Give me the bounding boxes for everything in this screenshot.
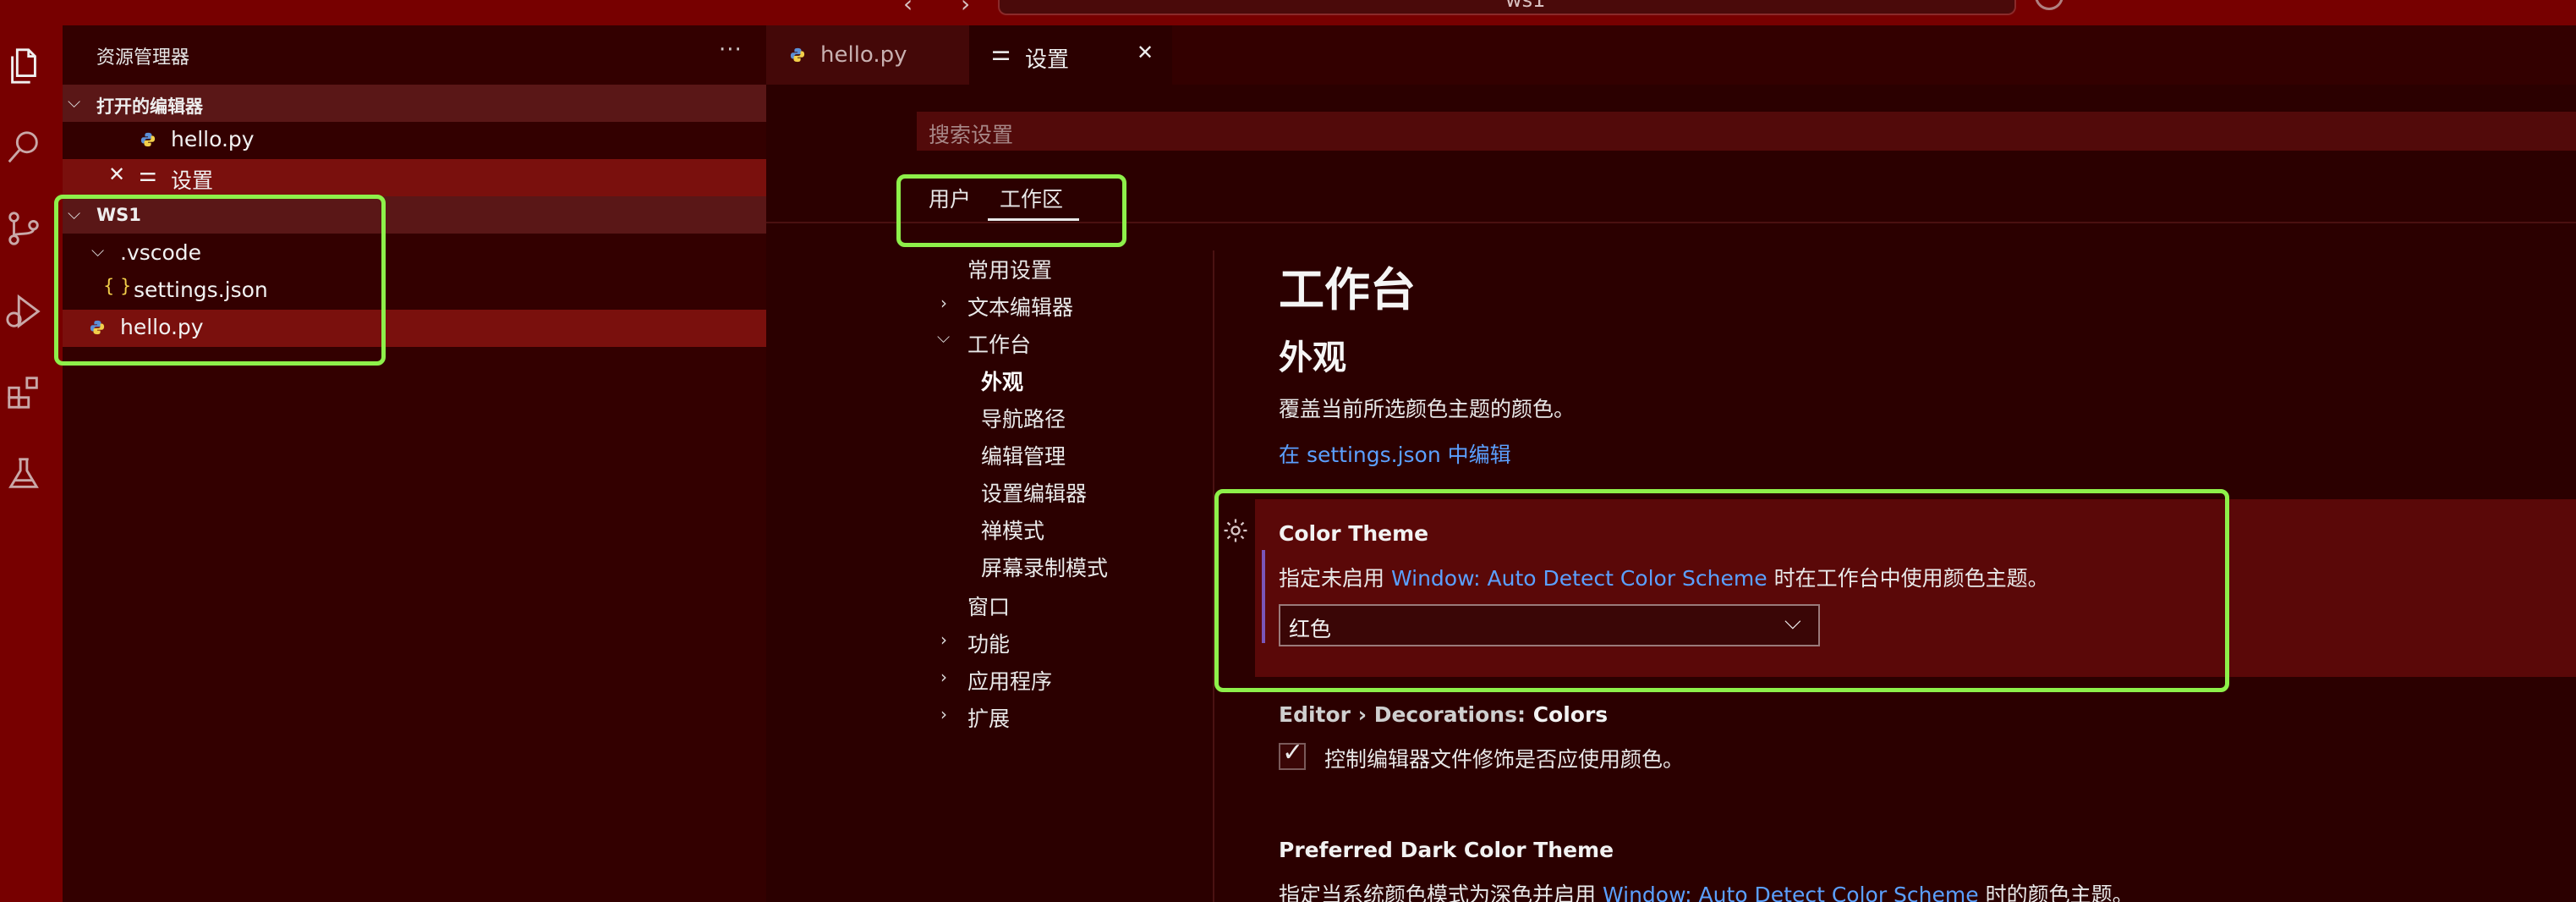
python-file-icon — [140, 132, 156, 147]
preferred-dark-theme-title: Preferred Dark Color Theme — [1279, 838, 1614, 862]
decorations-colors-description: 控制编辑器文件修饰是否应使用颜色。 — [1324, 747, 1685, 772]
settings-sliders-icon: ⚌ — [991, 41, 1011, 66]
preferred-dark-theme-description: 指定当系统颜色模式为深色并启用 Window: Auto Detect Colo… — [1279, 878, 2134, 902]
open-editor-item[interactable] — [63, 122, 766, 159]
color-customizations-description: 覆盖当前所选颜色主题的颜色。 — [1279, 397, 1576, 421]
chevron-right-icon: › — [940, 667, 947, 687]
back-arrow-icon[interactable]: ‹ — [903, 0, 913, 18]
decorations-colors-title: Editor › Decorations: Colors — [1279, 702, 1608, 727]
title-name: Colors — [1532, 702, 1609, 727]
toc-screencast[interactable]: 屏幕录制模式 — [981, 552, 1108, 582]
search-placeholder: 搜索设置 — [929, 123, 1014, 147]
open-editor-label: 设置 — [171, 168, 214, 193]
chevron-down-icon: ⌵ — [68, 91, 81, 112]
description-text: 时的颜色主题。 — [1985, 883, 2134, 902]
open-editor-item-selected[interactable] — [63, 159, 766, 196]
title-prefix: Editor › Decorations: — [1279, 702, 1526, 727]
more-actions-icon[interactable]: ··· — [719, 37, 743, 63]
toc-editor-management[interactable]: 编辑管理 — [981, 440, 1066, 470]
close-icon[interactable]: ✕ — [108, 162, 125, 186]
toc-appearance[interactable]: 外观 — [981, 366, 1023, 396]
toc-common[interactable]: 常用设置 — [967, 254, 1052, 284]
close-icon[interactable]: ✕ — [1137, 41, 1154, 64]
toc-workbench[interactable]: 工作台 — [967, 328, 1031, 359]
annotation-box-scope-tabs — [896, 174, 1126, 247]
tab-label: 设置 — [1025, 47, 1070, 73]
annotation-box-color-theme — [1214, 489, 2229, 692]
toc-extensions[interactable]: 扩展 — [967, 702, 1010, 733]
command-center-text: ws1 — [1505, 0, 1546, 12]
check-icon: ✓ — [1282, 738, 1304, 767]
source-control-icon[interactable] — [0, 203, 47, 254]
chevron-down-icon: ⌵ — [937, 327, 951, 347]
search-icon[interactable] — [0, 122, 47, 173]
sidebar-title: 资源管理器 — [96, 47, 190, 69]
forward-arrow-icon[interactable]: › — [961, 0, 970, 18]
testing-icon[interactable] — [0, 448, 47, 499]
section-title: 工作台 — [1279, 263, 1416, 316]
toc-settings-editor[interactable]: 设置编辑器 — [981, 477, 1087, 508]
open-editors-title: 打开的编辑器 — [96, 96, 203, 117]
toc-features[interactable]: 功能 — [967, 628, 1010, 658]
settings-search-input[interactable] — [917, 112, 2576, 151]
chevron-right-icon: › — [940, 630, 947, 650]
description-text: 指定当系统颜色模式为深色并启用 — [1279, 883, 1597, 902]
toc-zen-mode[interactable]: 禅模式 — [981, 514, 1044, 545]
tab-label: hello.py — [820, 42, 907, 68]
python-file-icon — [790, 47, 805, 63]
annotation-box-workspace-tree — [54, 195, 386, 366]
toc-text-editor[interactable]: 文本编辑器 — [967, 291, 1073, 322]
toc-application[interactable]: 应用程序 — [967, 665, 1052, 696]
explorer-icon[interactable] — [0, 41, 47, 91]
auto-detect-color-scheme-link[interactable]: Window: Auto Detect Color Scheme — [1603, 883, 1979, 902]
toc-breadcrumbs[interactable]: 导航路径 — [981, 403, 1066, 433]
chevron-right-icon: › — [940, 704, 947, 724]
extensions-icon[interactable] — [0, 367, 47, 418]
settings-sliders-icon: ⚌ — [139, 162, 157, 186]
open-editor-label: hello.py — [171, 127, 255, 151]
run-debug-icon[interactable] — [0, 286, 47, 337]
subsection-title: 外观 — [1279, 338, 1346, 377]
chevron-right-icon: › — [940, 293, 947, 313]
toc-window[interactable]: 窗口 — [967, 591, 1010, 621]
edit-in-settings-json-link[interactable]: 在 settings.json 中编辑 — [1279, 438, 1511, 469]
